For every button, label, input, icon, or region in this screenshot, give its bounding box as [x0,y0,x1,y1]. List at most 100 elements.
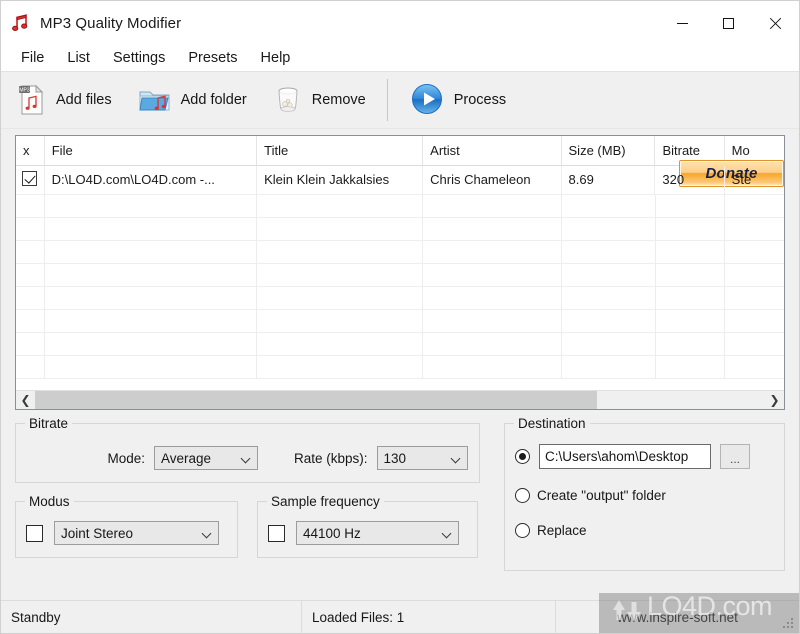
column-header-file[interactable]: File [45,136,258,165]
cell-empty [257,195,424,217]
cell-empty [257,241,424,263]
menu-item-file[interactable]: File [10,48,55,69]
column-header-title[interactable]: Title [257,136,424,165]
bitrate-mode-label: Mode: [107,450,145,466]
cell-empty [257,333,424,355]
status-bar: Standby Loaded Files: 1 www.inspire-soft… [1,600,799,634]
column-header-size[interactable]: Size (MB) [562,136,656,165]
table-row-empty[interactable] [16,333,784,356]
settings-panels: Bitrate Mode: Average Rate (kbps): 130 M… [15,416,785,571]
cell-empty [562,287,656,309]
sample-frequency-checkbox[interactable] [268,524,285,542]
cell-empty [16,333,45,355]
destination-path-input[interactable]: C:\Users\ahom\Desktop [539,444,711,469]
cell-empty [725,264,784,286]
cell-empty [562,264,656,286]
cell-empty [45,356,258,378]
menu-item-presets[interactable]: Presets [177,48,248,69]
bitrate-mode-select[interactable]: Average [154,446,258,470]
close-button[interactable] [751,1,799,45]
table-row-empty[interactable] [16,264,784,287]
destination-output-label[interactable]: Create "output" folder [537,488,666,503]
cell-empty [656,195,725,217]
add-folder-button[interactable]: Add folder [128,77,257,123]
table-row[interactable]: D:\LO4D.com\LO4D.com -... Klein Klein Ja… [16,166,784,195]
toolbar-separator [386,79,388,121]
add-files-label: Add files [56,92,112,108]
table-row-empty[interactable] [16,195,784,218]
destination-path-radio[interactable] [515,449,530,464]
cell-empty [562,356,656,378]
cell-empty [257,356,424,378]
bitrate-rate-select[interactable]: 130 [376,446,468,470]
destination-replace-label[interactable]: Replace [537,523,587,538]
modus-select[interactable]: Joint Stereo [54,521,219,545]
cell-empty [16,218,45,240]
maximize-button[interactable] [705,1,751,45]
add-files-button[interactable]: MP3 Add files [7,77,122,123]
modus-group: Modus Joint Stereo [15,494,238,558]
cell-empty [423,287,562,309]
destination-group: Destination C:\Users\ahom\Desktop ... Cr… [504,416,785,571]
cell-empty [423,195,562,217]
table-row-empty[interactable] [16,287,784,310]
chevron-right-icon[interactable]: ❯ [765,391,784,410]
cell-empty [423,218,562,240]
cell-empty [562,310,656,332]
menu-item-help[interactable]: Help [250,48,302,69]
column-header-check[interactable]: x [16,136,45,165]
website-link[interactable]: www.inspire-soft.net [556,601,799,634]
play-circle-icon [411,83,445,117]
cell-empty [257,264,424,286]
chevron-down-icon [452,455,460,463]
horizontal-scrollbar[interactable]: ❮ ❯ [16,390,784,409]
sample-frequency-value: 44100 Hz [303,525,361,541]
modus-checkbox[interactable] [26,524,43,542]
cell-bitrate: 320 [655,166,725,194]
cell-empty [16,241,45,263]
cell-artist: Chris Chameleon [423,166,562,194]
table-row-empty[interactable] [16,218,784,241]
scrollbar-thumb[interactable] [35,390,598,409]
cell-empty [423,264,562,286]
remove-button[interactable]: Remove [263,77,376,123]
left-settings-column: Bitrate Mode: Average Rate (kbps): 130 M… [15,416,480,571]
cell-empty [725,218,784,240]
file-list-body: D:\LO4D.com\LO4D.com -... Klein Klein Ja… [16,166,784,390]
minimize-button[interactable] [659,1,705,45]
cell-empty [257,310,424,332]
cell-empty [45,241,258,263]
destination-group-caption: Destination [514,416,590,431]
cell-empty [656,264,725,286]
cell-empty [562,195,656,217]
process-button[interactable]: Process [401,77,516,123]
table-row-empty[interactable] [16,310,784,333]
modus-value: Joint Stereo [61,525,134,541]
bitrate-group-caption: Bitrate [25,416,73,431]
table-row-empty[interactable] [16,356,784,379]
svg-text:MP3: MP3 [19,88,30,94]
destination-replace-radio[interactable] [515,523,530,538]
resize-grip[interactable] [783,618,795,630]
file-list: x File Title Artist Size (MB) Bitrate Mo… [15,135,785,410]
row-checkbox[interactable] [22,171,37,186]
browse-button[interactable]: ... [720,444,750,469]
row-checkbox-cell[interactable] [16,166,45,194]
cell-empty [45,264,258,286]
scrollbar-track[interactable] [35,390,765,409]
sample-frequency-select[interactable]: 44100 Hz [296,521,459,545]
cell-empty [45,218,258,240]
cell-empty [423,333,562,355]
cell-empty [45,195,258,217]
column-header-artist[interactable]: Artist [423,136,562,165]
destination-output-radio[interactable] [515,488,530,503]
cell-empty [257,287,424,309]
cell-file: D:\LO4D.com\LO4D.com -... [45,166,258,194]
cell-empty [725,287,784,309]
chevron-left-icon[interactable]: ❮ [16,391,35,410]
table-row-empty[interactable] [16,241,784,264]
menu-item-list[interactable]: List [56,48,101,69]
menu-item-settings[interactable]: Settings [102,48,176,69]
cell-size: 8.69 [562,166,656,194]
cell-empty [45,333,258,355]
